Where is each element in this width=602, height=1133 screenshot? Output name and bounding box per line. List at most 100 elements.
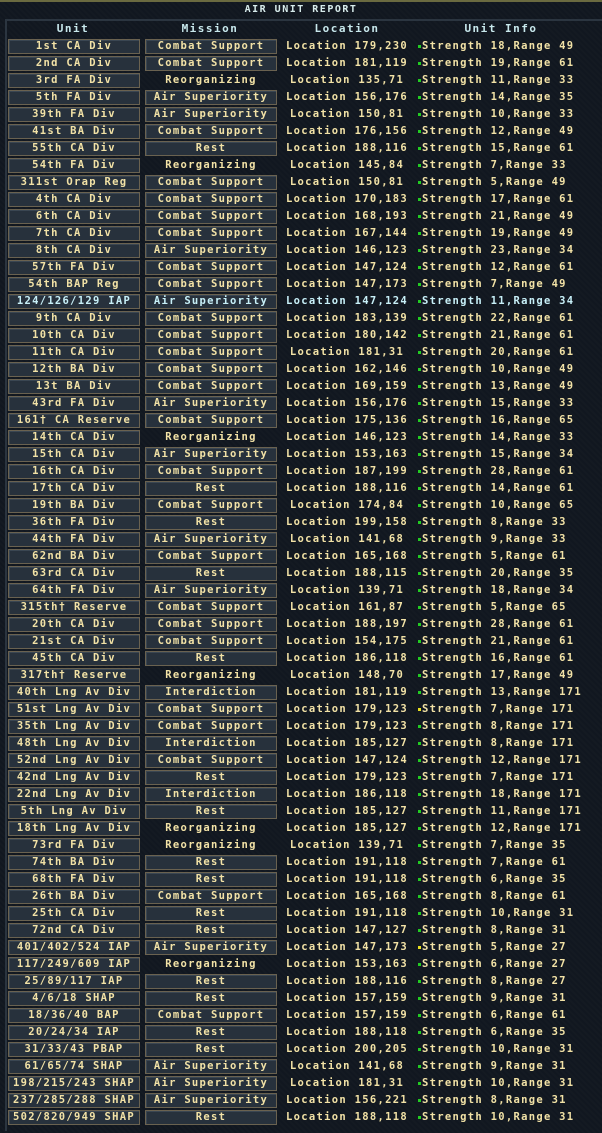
unit-button[interactable]: 18th Lng Av Div [8, 821, 140, 836]
unit-row[interactable]: 161† CA Reserve Combat Support Location 17… [8, 412, 602, 429]
unit-button[interactable]: 5th Lng Av Div [8, 804, 140, 819]
mission-button[interactable]: Combat Support [145, 464, 277, 479]
unit-button[interactable]: 26th BA Div [8, 889, 140, 904]
mission-button[interactable]: Air Superiority [145, 447, 277, 462]
mission-button[interactable]: Rest [145, 855, 277, 870]
unit-row[interactable]: 502/820/949 SHAP Rest Location 188,118 Stre… [8, 1109, 602, 1126]
unit-row[interactable]: 74th BA Div Rest Location 191,118 Strength … [8, 854, 602, 871]
unit-row[interactable]: 25th CA Div Rest Location 191,118 Strength … [8, 905, 602, 922]
unit-row[interactable]: 42nd Lng Av Div Rest Location 179,123 Stren… [8, 769, 602, 786]
unit-row[interactable]: 72nd CA Div Rest Location 147,127 Strength … [8, 922, 602, 939]
unit-button[interactable]: 45th CA Div [8, 651, 140, 666]
unit-button[interactable]: 5th FA Div [8, 90, 140, 105]
mission-button[interactable]: Combat Support [145, 498, 277, 513]
mission-button[interactable]: Combat Support [145, 277, 277, 292]
unit-row[interactable]: 36th FA Div Rest Location 199,158 Strength … [8, 514, 602, 531]
mission-button[interactable]: Combat Support [145, 379, 277, 394]
mission-button[interactable]: Rest [145, 991, 277, 1006]
unit-row[interactable]: 57th FA Div Combat Support Location 147,12… [8, 259, 602, 276]
unit-button[interactable]: 3rd FA Div [8, 73, 140, 88]
mission-button[interactable]: Rest [145, 906, 277, 921]
unit-row[interactable]: 62nd BA Div Combat Support Location 165,16… [8, 548, 602, 565]
unit-button[interactable]: 117/249/609 IAP [8, 957, 140, 972]
mission-button[interactable]: Air Superiority [145, 396, 277, 411]
unit-button[interactable]: 19th BA Div [8, 498, 140, 513]
unit-button[interactable]: 13t BA Div [8, 379, 140, 394]
unit-row[interactable]: 48th Lng Av Div Interdiction Location 185,… [8, 735, 602, 752]
unit-button[interactable]: 315th† Reserve [8, 600, 140, 615]
unit-button[interactable]: 25/89/117 IAP [8, 974, 140, 989]
unit-button[interactable]: 22nd Lng Av Div [8, 787, 140, 802]
unit-button[interactable]: 161† CA Reserve [8, 413, 140, 428]
mission-button[interactable]: Rest [145, 141, 277, 156]
mission-button[interactable]: Combat Support [145, 175, 277, 190]
unit-button[interactable]: 48th Lng Av Div [8, 736, 140, 751]
unit-button[interactable]: 12th BA Div [8, 362, 140, 377]
unit-row[interactable]: 18/36/40 BAP Combat Support Location 157,1… [8, 1007, 602, 1024]
unit-button[interactable]: 8th CA Div [8, 243, 140, 258]
unit-row[interactable]: 63rd CA Div Rest Location 188,115 Strength … [8, 565, 602, 582]
mission-button[interactable]: Air Superiority [145, 532, 277, 547]
mission-button[interactable]: Rest [145, 770, 277, 785]
unit-row[interactable]: 1st CA Div Combat Support Location 179,230… [8, 38, 602, 55]
unit-button[interactable]: 4/6/18 SHAP [8, 991, 140, 1006]
unit-row[interactable]: 15th CA Div Air Superiority Location 153,1… [8, 446, 602, 463]
unit-button[interactable]: 7th CA Div [8, 226, 140, 241]
unit-row[interactable]: 8th CA Div Air Superiority Location 146,12… [8, 242, 602, 259]
unit-row[interactable]: 21st CA Div Combat Support Location 154,17… [8, 633, 602, 650]
unit-row[interactable]: 19th BA Div Combat Support Location 174,84… [8, 497, 602, 514]
unit-row[interactable]: 317th† Reserve Reorganizing Location 148,7… [8, 667, 602, 684]
unit-row[interactable]: 124/126/129 IAP Air Superiority Location 1… [8, 293, 602, 310]
unit-row[interactable]: 73rd FA Div Reorganizing Location 139,71 St… [8, 837, 602, 854]
unit-row[interactable]: 311st Orap Reg Combat Support Location 150… [8, 174, 602, 191]
unit-button[interactable]: 39th FA Div [8, 107, 140, 122]
mission-button[interactable]: Combat Support [145, 600, 277, 615]
mission-button[interactable]: Combat Support [145, 260, 277, 275]
mission-button[interactable]: Rest [145, 804, 277, 819]
unit-row[interactable]: 401/402/524 IAP Air Superiority Location 1… [8, 939, 602, 956]
unit-button[interactable]: 502/820/949 SHAP [8, 1110, 140, 1125]
unit-row[interactable]: 44th FA Div Air Superiority Location 141,6… [8, 531, 602, 548]
unit-button[interactable]: 64th FA Div [8, 583, 140, 598]
mission-button[interactable]: Air Superiority [145, 583, 277, 598]
mission-button[interactable]: Combat Support [145, 311, 277, 326]
unit-button[interactable]: 16th CA Div [8, 464, 140, 479]
mission-button[interactable]: Rest [145, 1025, 277, 1040]
unit-button[interactable]: 4th CA Div [8, 192, 140, 207]
mission-button[interactable]: Rest [145, 1110, 277, 1125]
unit-button[interactable]: 9th CA Div [8, 311, 140, 326]
unit-row[interactable]: 16th CA Div Combat Support Location 187,19… [8, 463, 602, 480]
unit-button[interactable]: 18/36/40 BAP [8, 1008, 140, 1023]
unit-button[interactable]: 17th CA Div [8, 481, 140, 496]
unit-button[interactable]: 20th CA Div [8, 617, 140, 632]
mission-button[interactable]: Rest [145, 974, 277, 989]
mission-button[interactable]: Combat Support [145, 753, 277, 768]
unit-row[interactable]: 31/33/43 PBAP Rest Location 200,205 Strengt… [8, 1041, 602, 1058]
unit-row[interactable]: 12th BA Div Combat Support Location 162,14… [8, 361, 602, 378]
unit-button[interactable]: 311st Orap Reg [8, 175, 140, 190]
mission-button[interactable]: Combat Support [145, 39, 277, 54]
unit-button[interactable]: 52nd Lng Av Div [8, 753, 140, 768]
unit-button[interactable]: 2nd CA Div [8, 56, 140, 71]
mission-button[interactable]: Combat Support [145, 209, 277, 224]
unit-row[interactable]: 9th CA Div Combat Support Location 183,139… [8, 310, 602, 327]
unit-row[interactable]: 3rd FA Div Reorganizing Location 135,71 Str… [8, 72, 602, 89]
mission-button[interactable]: Combat Support [145, 362, 277, 377]
mission-button[interactable]: Rest [145, 651, 277, 666]
unit-row[interactable]: 43rd FA Div Air Superiority Location 156,1… [8, 395, 602, 412]
unit-row[interactable]: 55th CA Div Rest Location 188,116 Strength … [8, 140, 602, 157]
mission-button[interactable]: Combat Support [145, 345, 277, 360]
mission-button[interactable]: Air Superiority [145, 1076, 277, 1091]
unit-row[interactable]: 14th CA Div Reorganizing Location 146,123 S… [8, 429, 602, 446]
unit-button[interactable]: 1st CA Div [8, 39, 140, 54]
unit-row[interactable]: 4th CA Div Combat Support Location 170,183… [8, 191, 602, 208]
unit-row[interactable]: 117/249/609 IAP Reorganizing Location 153,… [8, 956, 602, 973]
mission-button[interactable]: Combat Support [145, 889, 277, 904]
unit-row[interactable]: 68th FA Div Rest Location 191,118 Strength … [8, 871, 602, 888]
unit-button[interactable]: 124/126/129 IAP [8, 294, 140, 309]
unit-button[interactable]: 317th† Reserve [8, 668, 140, 683]
unit-button[interactable]: 25th CA Div [8, 906, 140, 921]
unit-button[interactable]: 74th BA Div [8, 855, 140, 870]
unit-row[interactable]: 35th Lng Av Div Combat Support Location 17… [8, 718, 602, 735]
mission-button[interactable]: Interdiction [145, 787, 277, 802]
